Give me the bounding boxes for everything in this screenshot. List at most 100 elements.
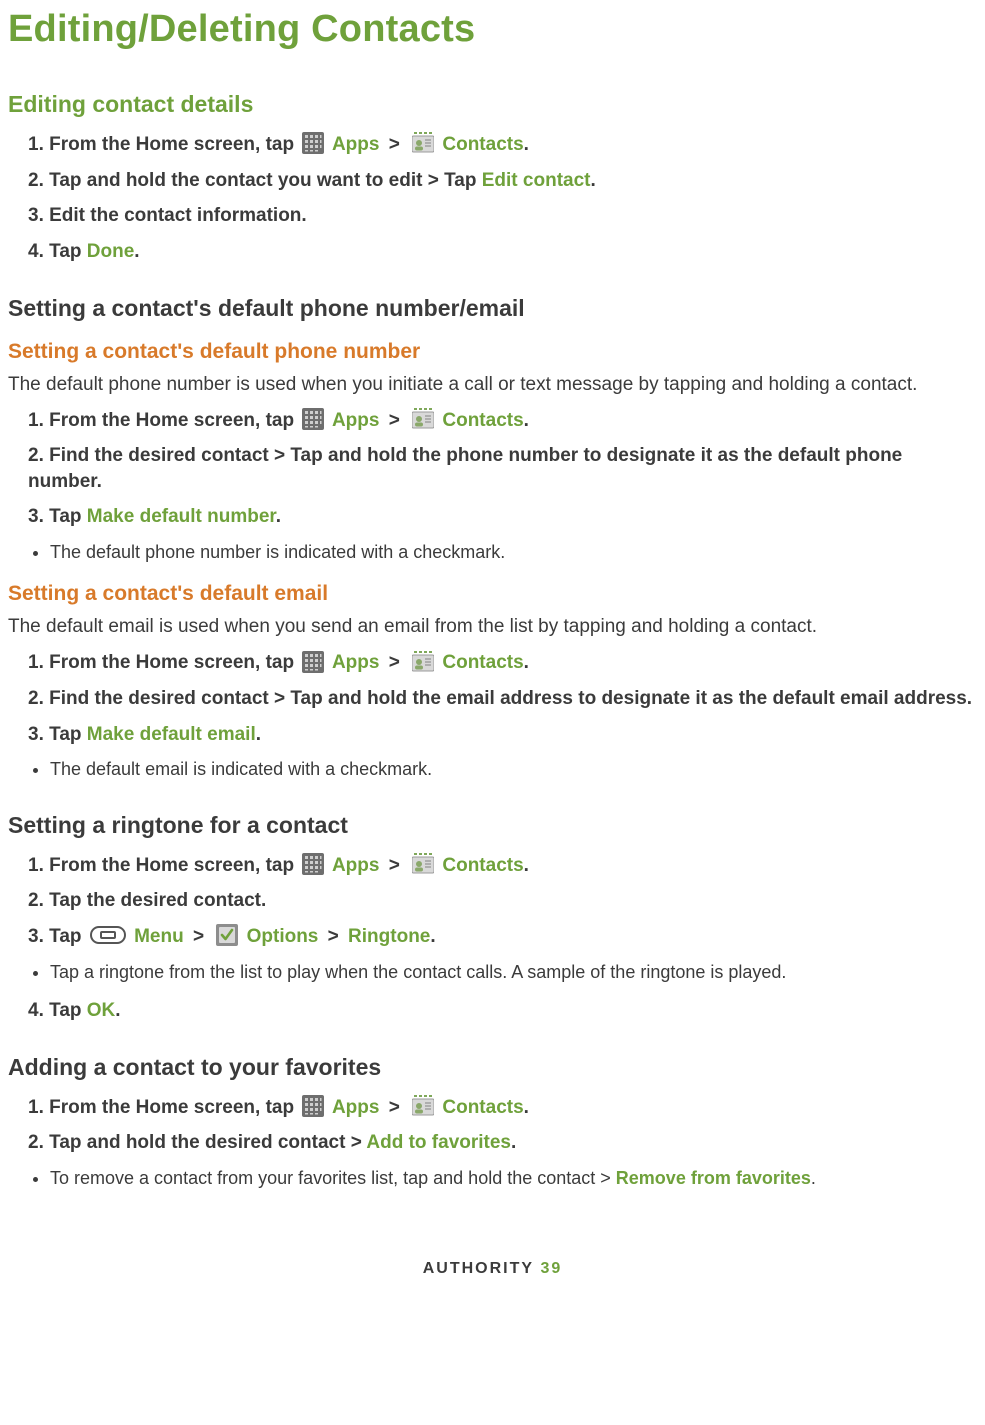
period: . (524, 855, 529, 876)
step-text: 2. Tap and hold the contact you want to … (28, 170, 482, 191)
steps-favorites: 1. From the Home screen, tap Apps > Cont… (8, 1095, 977, 1156)
period: . (115, 1000, 120, 1021)
label-edit-contact: Edit contact (482, 170, 591, 191)
label-apps: Apps (332, 652, 380, 673)
bullets-default-phone: The default phone number is indicated wi… (8, 540, 977, 564)
label-done: Done (87, 241, 135, 262)
label-ringtone: Ringtone (348, 926, 430, 947)
step-item: 1. From the Home screen, tap Apps > Cont… (28, 650, 977, 676)
contacts-card-icon (412, 1095, 434, 1117)
label-make-default-number: Make default number (87, 506, 276, 527)
step-item: 2. Find the desired contact > Tap and ho… (28, 686, 977, 712)
step-text: 3. Tap (28, 506, 87, 527)
heading-default-email: Setting a contact's default email (8, 582, 977, 606)
label-apps: Apps (332, 134, 380, 155)
apps-grid-icon (302, 853, 324, 875)
step-item: 4. Tap OK. (28, 998, 977, 1024)
bullet-item: The default phone number is indicated wi… (50, 540, 977, 564)
footer-brand: AUTHORITY (423, 1260, 534, 1277)
step-item: 1. From the Home screen, tap Apps > Cont… (28, 853, 977, 879)
label-options: Options (247, 926, 319, 947)
step-text: 2. Tap and hold the desired contact > (28, 1132, 366, 1153)
step-item: 1. From the Home screen, tap Apps > Cont… (28, 132, 977, 158)
page-title: Editing/Deleting Contacts (8, 8, 977, 51)
heading-ringtone: Setting a ringtone for a contact (8, 812, 977, 839)
step-text: 1. From the Home screen, tap (28, 410, 299, 431)
label-apps: Apps (332, 1097, 380, 1118)
period: . (590, 170, 595, 191)
separator: > (385, 855, 409, 876)
period: . (511, 1132, 516, 1153)
contacts-card-icon (412, 651, 434, 673)
bullets-favorites: To remove a contact from your favorites … (8, 1166, 977, 1190)
label-add-to-favorites: Add to favorites (366, 1132, 511, 1153)
intro-default-phone: The default phone number is used when yo… (8, 374, 977, 396)
step-item: 3. Tap Make default email. (28, 722, 977, 748)
label-contacts: Contacts (442, 855, 523, 876)
apps-grid-icon (302, 1095, 324, 1117)
step-item: 2. Tap and hold the desired contact > Ad… (28, 1130, 977, 1156)
heading-favorites: Adding a contact to your favorites (8, 1054, 977, 1081)
step-item: 3. Tap Menu > Options > Ringtone. (28, 924, 977, 950)
separator: > (385, 410, 409, 431)
step-item: 4. Tap Done. (28, 239, 977, 265)
separator: > (385, 1097, 409, 1118)
label-apps: Apps (332, 855, 380, 876)
heading-editing-details: Editing contact details (8, 91, 977, 118)
bullet-item: The default email is indicated with a ch… (50, 757, 977, 781)
heading-default-group: Setting a contact's default phone number… (8, 295, 977, 322)
step-text: 1. From the Home screen, tap (28, 134, 299, 155)
step-text: 3. Tap (28, 926, 87, 947)
step-item: 1. From the Home screen, tap Apps > Cont… (28, 1095, 977, 1121)
label-contacts: Contacts (442, 410, 523, 431)
intro-default-email: The default email is used when you send … (8, 616, 977, 638)
period: . (524, 652, 529, 673)
step-item: 2. Tap the desired contact. (28, 888, 977, 914)
label-remove-from-favorites: Remove from favorites (616, 1168, 811, 1188)
footer-page-number: 39 (540, 1260, 562, 1277)
period: . (524, 410, 529, 431)
bullet-item: Tap a ringtone from the list to play whe… (50, 960, 977, 984)
separator: > (385, 652, 409, 673)
steps-editing-details: 1. From the Home screen, tap Apps > Cont… (8, 132, 977, 265)
step-text: 4. Tap (28, 1000, 87, 1021)
steps-ringtone-cont: 4. Tap OK. (8, 998, 977, 1024)
step-text: 1. From the Home screen, tap (28, 652, 299, 673)
label-menu: Menu (134, 926, 184, 947)
bullet-text: To remove a contact from your favorites … (50, 1168, 616, 1188)
menu-key-icon (90, 924, 126, 946)
period: . (524, 1097, 529, 1118)
step-item: 3. Tap Make default number. (28, 504, 977, 530)
contacts-card-icon (412, 408, 434, 430)
separator: > (324, 926, 348, 947)
steps-ringtone: 1. From the Home screen, tap Apps > Cont… (8, 853, 977, 950)
steps-default-phone: 1. From the Home screen, tap Apps > Cont… (8, 408, 977, 531)
label-ok: OK (87, 1000, 116, 1021)
step-text: 3. Tap (28, 724, 87, 745)
apps-grid-icon (302, 651, 324, 673)
period: . (811, 1168, 816, 1188)
bullets-ringtone: Tap a ringtone from the list to play whe… (8, 960, 977, 984)
period: . (134, 241, 139, 262)
apps-grid-icon (302, 408, 324, 430)
step-text: 1. From the Home screen, tap (28, 1097, 299, 1118)
separator: > (385, 134, 409, 155)
contacts-card-icon (412, 853, 434, 875)
steps-default-email: 1. From the Home screen, tap Apps > Cont… (8, 650, 977, 747)
period: . (430, 926, 435, 947)
step-item: 2. Tap and hold the contact you want to … (28, 168, 977, 194)
step-text: 1. From the Home screen, tap (28, 855, 299, 876)
step-item: 3. Edit the contact information. (28, 203, 977, 229)
step-item: 2. Find the desired contact > Tap and ho… (28, 443, 977, 494)
heading-default-phone: Setting a contact's default phone number (8, 340, 977, 364)
label-make-default-email: Make default email (87, 724, 256, 745)
bullets-default-email: The default email is indicated with a ch… (8, 757, 977, 781)
contacts-card-icon (412, 132, 434, 154)
apps-grid-icon (302, 132, 324, 154)
label-apps: Apps (332, 410, 380, 431)
label-contacts: Contacts (442, 134, 523, 155)
period: . (524, 134, 529, 155)
step-item: 1. From the Home screen, tap Apps > Cont… (28, 408, 977, 434)
step-text: 4. Tap (28, 241, 87, 262)
label-contacts: Contacts (442, 1097, 523, 1118)
